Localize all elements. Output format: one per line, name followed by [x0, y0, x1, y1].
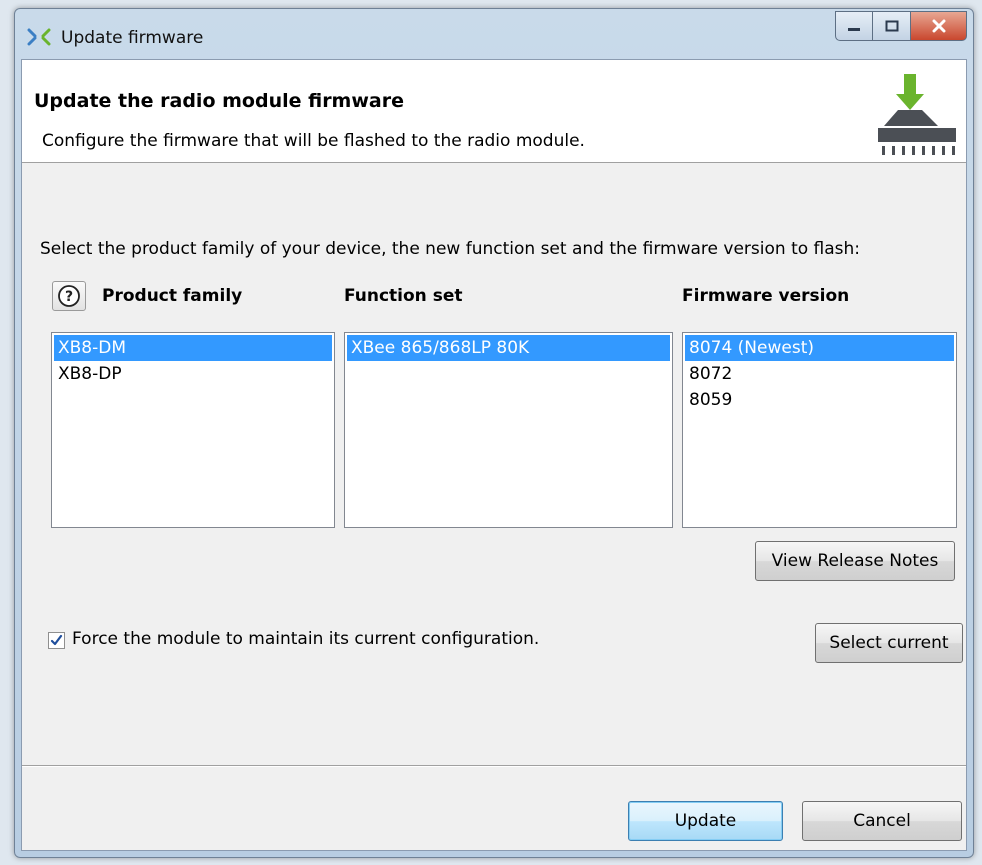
view-release-notes-button[interactable]: View Release Notes [755, 541, 955, 581]
list-item[interactable]: 8074 (Newest) [685, 335, 954, 361]
product-family-label: Product family [102, 286, 243, 306]
dialog-header: Update the radio module firmware Configu… [22, 60, 966, 163]
update-button[interactable]: Update [628, 801, 783, 841]
force-config-label[interactable]: Force the module to maintain its current… [72, 629, 539, 649]
firmware-download-chip-icon [868, 70, 958, 160]
checkmark-icon [50, 634, 63, 646]
window-title: Update firmware [61, 28, 204, 48]
page-title: Update the radio module firmware [34, 90, 404, 112]
list-item[interactable]: XB8-DP [54, 361, 332, 387]
cancel-button[interactable]: Cancel [802, 801, 962, 841]
function-set-label: Function set [344, 286, 463, 306]
product-family-list[interactable]: XB8-DM XB8-DP [51, 332, 335, 528]
force-config-checkbox[interactable] [48, 632, 65, 649]
close-button[interactable] [911, 11, 967, 41]
window-controls [835, 11, 967, 41]
list-item[interactable]: 8072 [685, 361, 954, 387]
firmware-version-list[interactable]: 8074 (Newest) 8072 8059 [682, 332, 957, 528]
maximize-icon [885, 17, 899, 36]
xbee-app-icon [27, 27, 51, 47]
list-item[interactable]: XB8-DM [54, 335, 332, 361]
svg-text:?: ? [65, 289, 73, 305]
select-current-button[interactable]: Select current [815, 623, 963, 663]
update-firmware-window: Update firmware Update the radio module … [14, 8, 974, 858]
help-icon[interactable]: ? [52, 281, 86, 311]
list-item[interactable]: XBee 865/868LP 80K [347, 335, 670, 361]
function-set-list[interactable]: XBee 865/868LP 80K [344, 332, 673, 528]
dialog-body: Update the radio module firmware Configu… [21, 59, 967, 851]
minimize-icon [847, 17, 861, 36]
instructions-text: Select the product family of your device… [40, 239, 861, 259]
firmware-version-label: Firmware version [682, 286, 850, 306]
minimize-button[interactable] [835, 11, 873, 41]
list-item[interactable]: 8059 [685, 387, 954, 413]
maximize-button[interactable] [873, 11, 911, 41]
close-icon [931, 19, 947, 33]
button-bar-divider [22, 765, 966, 767]
page-subtitle: Configure the firmware that will be flas… [42, 131, 585, 151]
title-bar[interactable]: Update firmware [15, 9, 973, 59]
